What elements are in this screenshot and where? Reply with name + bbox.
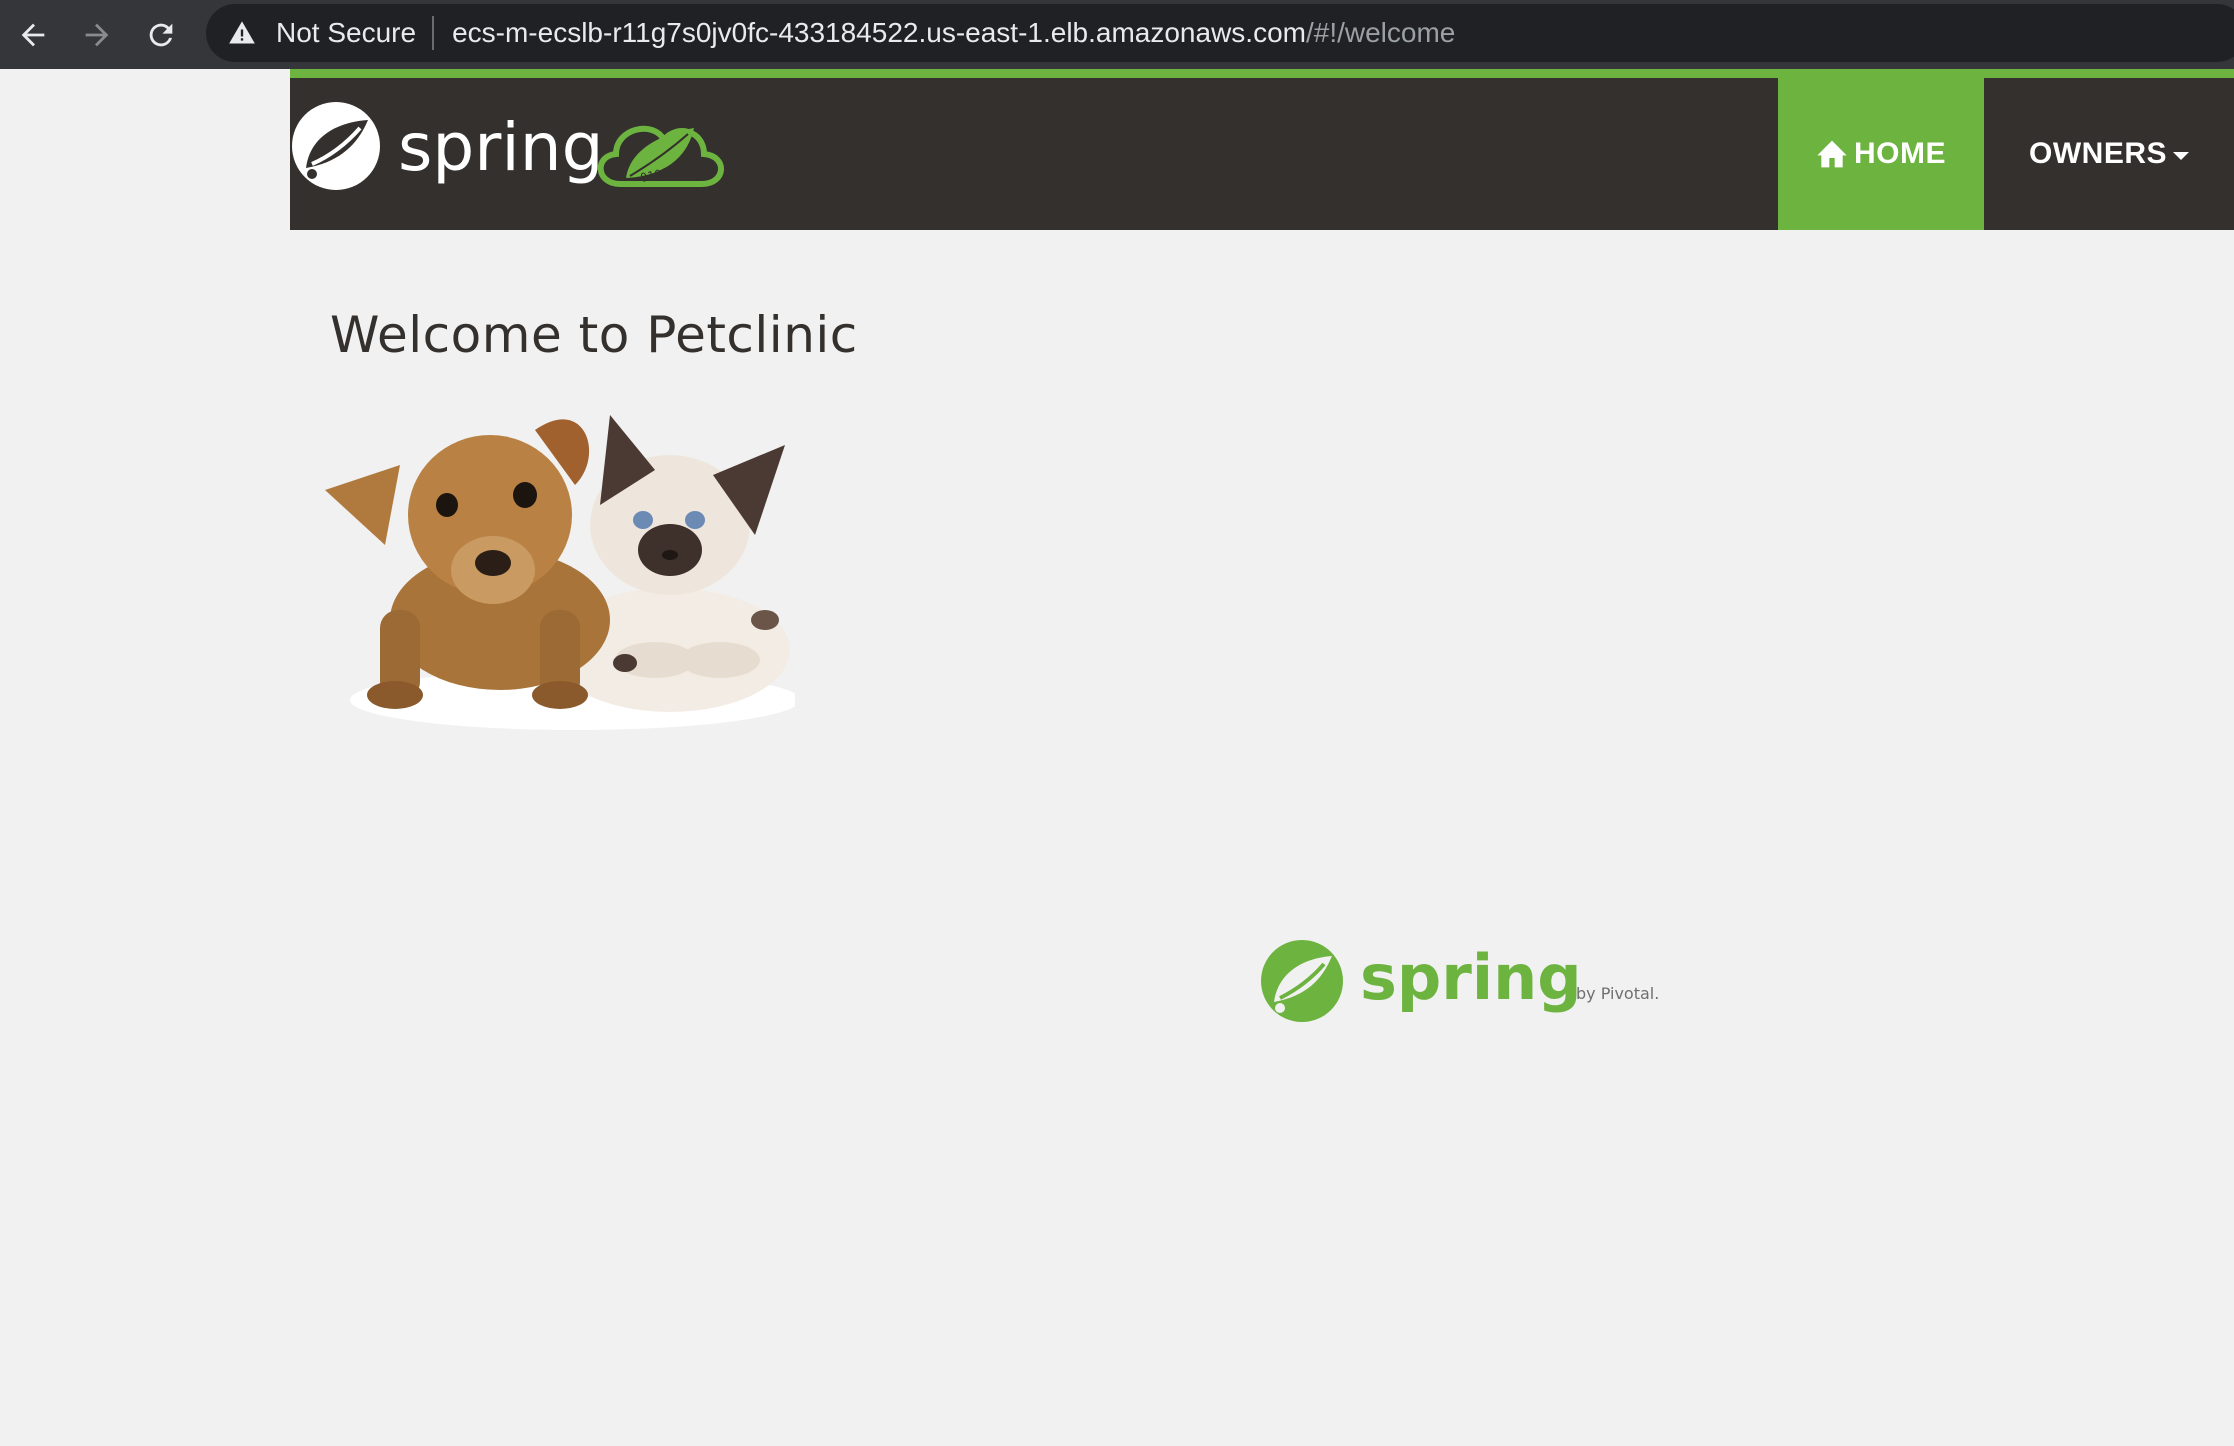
url-text[interactable]: ecs-m-ecslb-r11g7s0jv0fc-433184522.us-ea… — [452, 17, 1455, 49]
reload-icon — [149, 23, 173, 47]
arrow-left-icon — [21, 23, 45, 47]
url-host: ecs-m-ecslb-r11g7s0jv0fc-433184522.us-ea… — [452, 17, 1306, 48]
forward-button[interactable] — [72, 10, 122, 60]
home-icon — [1817, 140, 1847, 168]
pets-image — [325, 415, 795, 730]
spring-brand-logo[interactable]: spring 01010 — [290, 98, 750, 208]
nav-home-link[interactable]: HOME — [1778, 78, 1984, 230]
url-path: /#!/welcome — [1305, 17, 1456, 48]
security-label[interactable]: Not Secure — [276, 17, 416, 49]
footer-wordmark: spring — [1360, 941, 1582, 1014]
warning-icon[interactable] — [228, 18, 258, 48]
footer-byline: by Pivotal. — [1576, 984, 1659, 1003]
navbar-accent-strip — [290, 69, 2234, 78]
spring-pivotal-footer-logo: spring by Pivotal. — [1261, 940, 1659, 1022]
arrow-right-icon — [85, 23, 109, 47]
omnibox-divider — [432, 16, 435, 50]
nav-home-label: HOME — [1854, 137, 1946, 170]
nav-owners-label: OWNERS — [2029, 137, 2167, 170]
nav-owners-dropdown[interactable]: OWNERS — [1984, 78, 2234, 230]
caret-down-icon — [2173, 152, 2189, 160]
brand-wordmark: spring — [398, 109, 603, 186]
site-navbar: spring 01010 HOME OWNERS — [290, 78, 2234, 230]
browser-toolbar: Not Secure ecs-m-ecslb-r11g7s0jv0fc-4331… — [0, 0, 2234, 69]
address-bar[interactable]: Not Secure ecs-m-ecslb-r11g7s0jv0fc-4331… — [206, 4, 2234, 62]
back-button[interactable] — [8, 10, 58, 60]
reload-button[interactable] — [136, 10, 186, 60]
page-title: Welcome to Petclinic — [330, 306, 858, 364]
